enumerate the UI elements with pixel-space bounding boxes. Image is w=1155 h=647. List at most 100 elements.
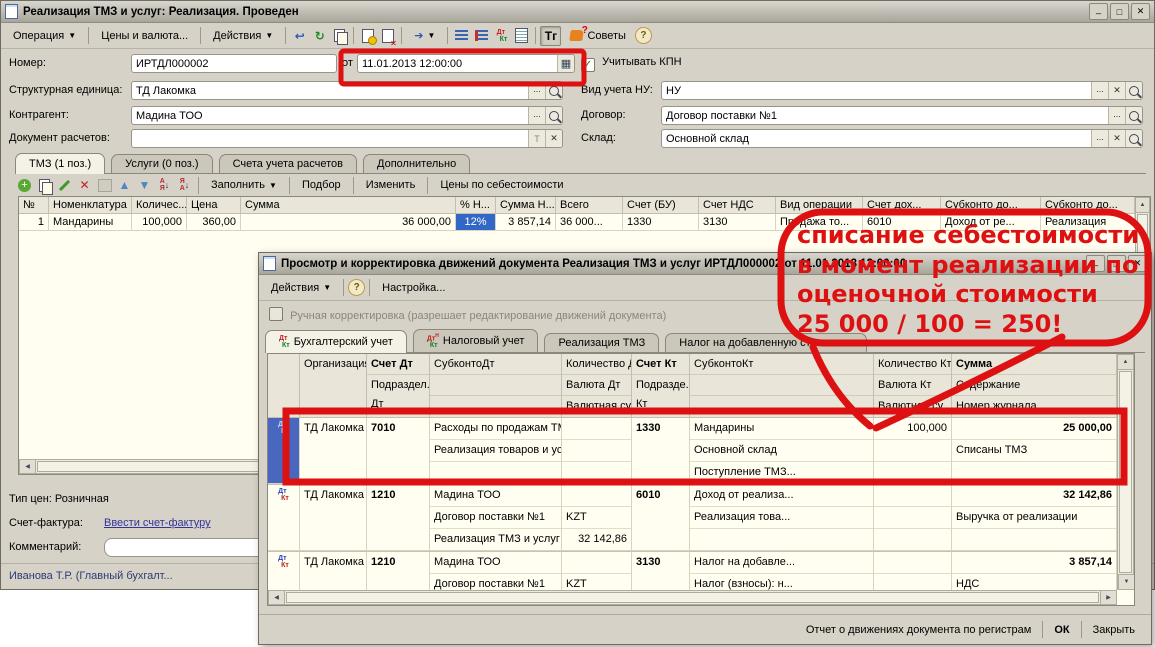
tab-services[interactable]: Услуги (0 поз.) — [111, 154, 212, 174]
col-header[interactable]: Счет ДтПодраздел... Дт — [367, 354, 430, 418]
maximize-icon[interactable] — [1107, 255, 1126, 272]
cell-vat-sum[interactable]: 3 857,14 — [496, 214, 556, 231]
text-type-icon[interactable] — [528, 130, 545, 147]
sort-desc-icon[interactable]: ЯА↓ — [175, 176, 194, 194]
ellipsis-icon[interactable] — [1091, 130, 1108, 147]
tab-tmz-sales[interactable]: Реализация ТМЗ — [544, 333, 659, 353]
font-toggle-button[interactable]: Тг — [540, 26, 561, 46]
clear-icon[interactable] — [1108, 130, 1125, 147]
operation-menu[interactable]: Операция▼ — [5, 27, 84, 45]
row-selector[interactable]: ДтКт — [268, 418, 300, 484]
clear-icon[interactable] — [1108, 82, 1125, 99]
search-icon[interactable] — [1125, 107, 1142, 124]
horizontal-scrollbar[interactable]: ◀ ▶ — [268, 590, 1117, 605]
cell-qty-dt[interactable]: KZT32 142,86 — [562, 485, 632, 551]
invoice-link[interactable]: Ввести счет-фактуру — [104, 517, 211, 529]
col-header[interactable]: Счет (БУ) — [623, 197, 699, 214]
create-based-on-icon[interactable]: ➔▼ — [406, 26, 443, 45]
search-icon[interactable] — [545, 82, 562, 99]
manual-adjust-checkbox[interactable] — [269, 307, 283, 321]
close-icon[interactable] — [1131, 3, 1150, 20]
advice-button[interactable]: Советы — [562, 27, 633, 45]
cell-operation[interactable]: Продажа то... — [776, 214, 863, 231]
col-header[interactable]: Субконто до... — [1041, 197, 1135, 214]
end-edit-icon[interactable] — [95, 176, 114, 194]
cost-prices-button[interactable]: Цены по себестоимости — [432, 176, 571, 194]
copy-document-icon[interactable] — [330, 27, 349, 45]
change-button[interactable]: Изменить — [358, 176, 424, 194]
cell-vat-rate[interactable]: 12% — [456, 214, 496, 231]
cell-org[interactable]: ТД Лакомка — [300, 418, 367, 484]
col-header[interactable]: Цена — [187, 197, 241, 214]
cell-acct-kt[interactable]: 3130 — [632, 552, 690, 595]
table-row[interactable]: ДтКт ТД Лакомка 1210 Мадина ТООДоговор п… — [268, 485, 1117, 552]
minimize-icon[interactable] — [1086, 255, 1105, 272]
structure-icon[interactable] — [452, 27, 471, 45]
cell-sum[interactable]: 25 000,00Списаны ТМЗ — [952, 418, 1117, 484]
minimize-icon[interactable] — [1089, 3, 1108, 20]
maximize-icon[interactable] — [1110, 3, 1129, 20]
table-row[interactable]: ДтКт ТД Лакомка 1210 Мадина ТООДоговор п… — [268, 552, 1117, 595]
edit-row-icon[interactable] — [55, 176, 74, 194]
tab-vat[interactable]: Налог на добавленную стоимость — [665, 333, 866, 353]
scroll-up-icon[interactable]: ▲ — [1118, 355, 1133, 370]
cell-qty[interactable]: 100,000 — [132, 214, 187, 231]
cell-sum[interactable]: 3 857,14НДС — [952, 552, 1117, 595]
cell-price[interactable]: 360,00 — [187, 214, 241, 231]
unit-input[interactable]: ТД Лакомка — [131, 81, 563, 100]
row-selector[interactable]: ДтКт — [268, 552, 300, 595]
cell-sum[interactable]: 32 142,86Выручка от реализации — [952, 485, 1117, 551]
cell-total[interactable]: 36 000... — [556, 214, 623, 231]
cell-sub-dt[interactable]: Мадина ТООДоговор поставки №1Реализация … — [430, 485, 562, 551]
refresh-icon[interactable]: ↻ — [310, 27, 329, 45]
close-button[interactable]: Закрыть — [1085, 621, 1143, 639]
col-header[interactable]: % Н... — [456, 197, 496, 214]
contract-input[interactable]: Договор поставки №1 — [661, 106, 1143, 125]
pick-button[interactable]: Подбор — [294, 176, 349, 194]
cell-qty-kt[interactable] — [874, 552, 952, 595]
cell-org[interactable]: ТД Лакомка — [300, 552, 367, 595]
col-header[interactable]: Счет дох... — [863, 197, 941, 214]
col-header[interactable]: Номенклатура — [49, 197, 132, 214]
settings-button[interactable]: Настройка... — [374, 279, 453, 297]
ellipsis-icon[interactable] — [1108, 107, 1125, 124]
cell-account-vat[interactable]: 3130 — [699, 214, 776, 231]
tab-tax[interactable]: ДтНКт Налоговый учет — [413, 329, 539, 353]
col-header[interactable]: Количес... — [132, 197, 187, 214]
cell-nomenclature[interactable]: Мандарины — [49, 214, 132, 231]
cell-acct-dt[interactable]: 1210 — [367, 485, 430, 551]
nu-input[interactable]: НУ — [661, 81, 1143, 100]
cell-acct-dt[interactable]: 7010 — [367, 418, 430, 484]
vertical-scrollbar[interactable]: ▲ ▼ — [1117, 354, 1134, 590]
actions-menu[interactable]: Действия▼ — [263, 279, 339, 297]
col-header[interactable]: Счет КтПодразде... Кт — [632, 354, 690, 418]
cell-org[interactable]: ТД Лакомка — [300, 485, 367, 551]
delete-row-icon[interactable]: ✕ — [75, 176, 94, 194]
post-document-icon[interactable] — [358, 27, 377, 45]
calendar-icon[interactable] — [557, 55, 574, 72]
actions-menu[interactable]: Действия▼ — [205, 27, 281, 45]
col-header[interactable]: Субконто до... — [941, 197, 1041, 214]
cell-num[interactable]: 1 — [19, 214, 49, 231]
table-row[interactable]: 1 Мандарины 100,000 360,00 36 000,00 12%… — [19, 214, 1135, 231]
move-down-icon[interactable]: ▼ — [135, 176, 154, 194]
register-report-button[interactable]: Отчет о движениях документа по регистрам — [798, 621, 1040, 639]
counterparty-input[interactable]: Мадина ТОО — [131, 106, 563, 125]
scroll-up-icon[interactable]: ▲ — [1136, 198, 1149, 213]
cell-acct-kt[interactable]: 6010 — [632, 485, 690, 551]
dtkt-postings-icon[interactable]: ДтКт — [492, 27, 511, 45]
cell-qty-dt[interactable] — [562, 418, 632, 484]
ellipsis-icon[interactable] — [528, 82, 545, 99]
fill-button[interactable]: Заполнить▼ — [203, 176, 285, 194]
ellipsis-icon[interactable] — [528, 107, 545, 124]
table-row[interactable]: ДтКт ТД Лакомка 7010 Расходы по продажам… — [268, 418, 1117, 485]
col-header[interactable]: Вид операции — [776, 197, 863, 214]
col-header[interactable]: Счет НДС — [699, 197, 776, 214]
scroll-thumb[interactable] — [286, 592, 1099, 603]
cell-qty-kt[interactable]: 100,000 — [874, 418, 952, 484]
warehouse-input[interactable]: Основной склад — [661, 129, 1143, 148]
unpost-document-icon[interactable] — [378, 27, 397, 45]
date-input[interactable]: 11.01.2013 12:00:00 — [357, 54, 575, 73]
cell-subconto2[interactable]: Реализация — [1041, 214, 1135, 231]
search-icon[interactable] — [1125, 130, 1142, 147]
